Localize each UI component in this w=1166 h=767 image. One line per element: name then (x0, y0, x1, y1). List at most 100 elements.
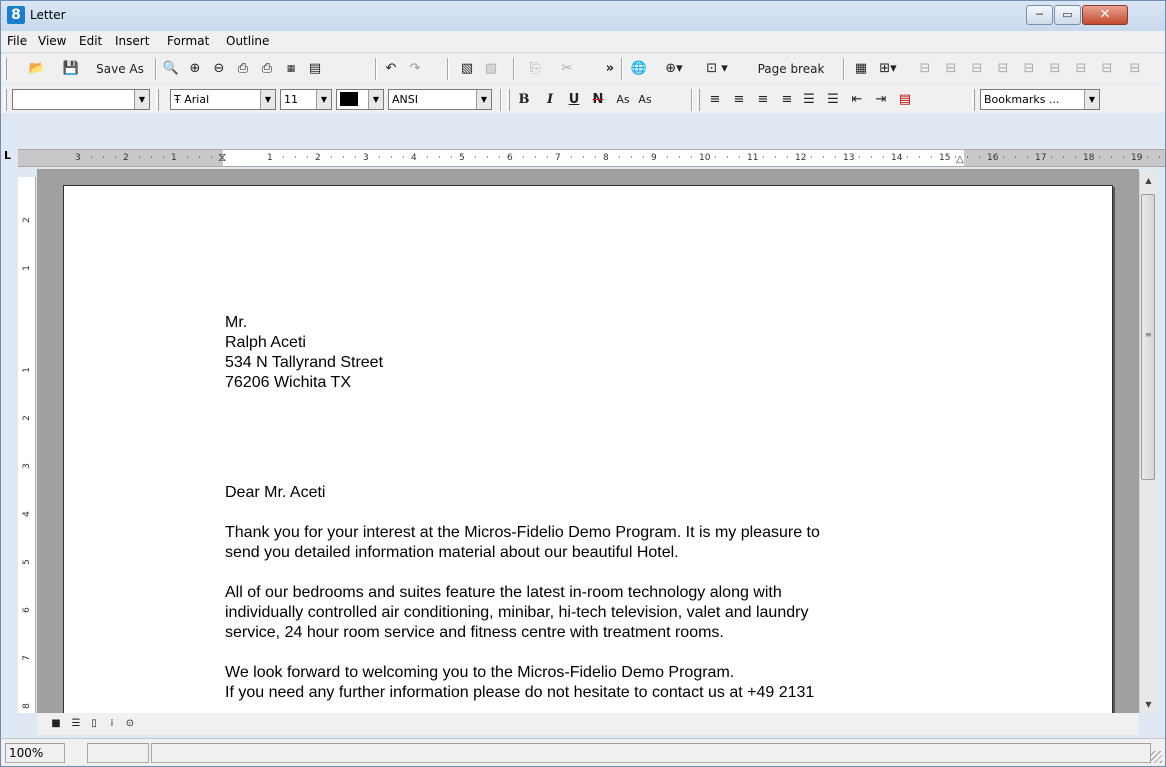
ruler-tick: · (810, 153, 813, 163)
structure-view-icon[interactable]: ⁞ (105, 717, 119, 731)
menu-view[interactable]: View (38, 34, 66, 48)
scroll-down-icon[interactable]: ▼ (1140, 696, 1157, 713)
edit-disabled-icon[interactable]: ▧ (481, 59, 501, 79)
address-line: 76206 Wichita TX (225, 374, 351, 391)
bullet-list-icon[interactable]: ☰ (799, 90, 819, 110)
scroll-up-icon[interactable]: ▲ (1140, 172, 1157, 189)
table-icon[interactable]: ▦ (851, 59, 871, 79)
save-as-button[interactable]: Save As (87, 59, 153, 79)
decrease-indent-icon[interactable]: ⇤ (847, 90, 867, 110)
ruler-tick: · (546, 153, 549, 163)
insert-row-icon[interactable]: ⊟ (941, 59, 961, 79)
document-page[interactable]: Mr. Ralph Aceti 534 N Tallyrand Street 7… (63, 185, 1113, 713)
bold-button[interactable]: B (515, 90, 533, 110)
app-icon[interactable]: 8 (7, 6, 25, 24)
split-cells-icon[interactable]: ⊟ (1045, 59, 1065, 79)
superscript-button[interactable]: As (635, 90, 655, 110)
bookmarks-select[interactable]: Bookmarks ... ▼ (980, 89, 1100, 110)
font-select[interactable]: Ŧ Arial ▼ (170, 89, 276, 110)
menu-file[interactable]: File (7, 34, 27, 48)
close-button[interactable]: ✕ (1082, 5, 1128, 25)
page-view-icon[interactable]: ▯ (87, 717, 101, 731)
open-icon[interactable]: 📂 (27, 59, 47, 79)
increase-indent-icon[interactable]: ⇥ (871, 90, 891, 110)
redo-icon[interactable]: ↷ (405, 59, 425, 79)
justify-icon[interactable]: ≡ (777, 90, 797, 110)
font-size-select[interactable]: 11 ▼ (280, 89, 332, 110)
edit-icon[interactable]: ▧ (457, 59, 477, 79)
options-icon[interactable]: ▦ (281, 59, 301, 79)
insert-column-icon[interactable]: ⊟ (915, 59, 935, 79)
cell-borders-icon[interactable]: ⊟ (1071, 59, 1091, 79)
style-select[interactable]: ▼ (12, 89, 150, 110)
separator (843, 58, 845, 80)
preview-view-icon[interactable]: ⊙ (123, 717, 137, 731)
table-grid-icon[interactable]: ⊞▾ (873, 59, 903, 79)
zoom-level[interactable]: 100% (5, 743, 65, 763)
page-break-button[interactable]: Page break (751, 59, 831, 79)
indent-marker-icon[interactable]: ⧖ (218, 150, 226, 164)
charset-select[interactable]: ANSI ▼ (388, 89, 492, 110)
paragraph-format-icon[interactable]: ▤ (895, 90, 915, 110)
tab-stop-selector[interactable]: L (4, 149, 16, 163)
right-indent-marker-icon[interactable]: △ (956, 153, 964, 166)
subscript-button[interactable]: As (613, 90, 633, 110)
insert-field-icon[interactable]: ⊕▾ (659, 59, 689, 79)
resize-grip-icon[interactable] (1150, 751, 1162, 763)
vertical-ruler[interactable]: 2 1 1 2 3 4 5 6 7 8 (18, 177, 36, 713)
cut-icon[interactable]: ✂ (557, 59, 577, 79)
minimize-button[interactable]: ─ (1026, 5, 1053, 25)
print-preview-icon[interactable]: 🔍 (161, 59, 181, 79)
copy-icon[interactable]: ⎘ (525, 59, 545, 79)
menu-insert[interactable]: Insert (115, 34, 149, 48)
zoom-in-icon[interactable]: ⊕ (185, 59, 205, 79)
strikethrough-button[interactable]: N (589, 90, 607, 110)
ruler-number: 11 (747, 153, 759, 163)
salutation: Dear Mr. Aceti (225, 484, 326, 501)
delete-row-icon[interactable]: ⊟ (993, 59, 1013, 79)
ruler-tick: · (738, 153, 741, 163)
save-icon[interactable]: 💾 (61, 59, 81, 79)
scrollbar-thumb[interactable]: ≡ (1141, 194, 1155, 480)
numbered-list-icon[interactable]: ☰ (823, 90, 843, 110)
menu-format[interactable]: Format (167, 34, 209, 48)
font-color-select[interactable]: ▼ (336, 89, 384, 110)
globe-icon[interactable]: 🌐 (629, 59, 649, 79)
ruler-tick: · (402, 153, 405, 163)
document-area[interactable]: Mr. Ralph Aceti 534 N Tallyrand Street 7… (37, 169, 1139, 713)
outline-view-icon[interactable]: ☰ (69, 717, 83, 731)
page-setup-icon[interactable]: ▤ (305, 59, 325, 79)
normal-view-icon[interactable]: ■ (49, 717, 63, 731)
print-icon[interactable]: ⎙ (233, 59, 253, 79)
title-bar[interactable]: 8 Letter ─ ▭ ✕ (1, 1, 1165, 31)
zoom-out-icon[interactable]: ⊖ (209, 59, 229, 79)
letter-body[interactable]: Mr. Ralph Aceti 534 N Tallyrand Street 7… (225, 313, 820, 703)
toolbar-grip[interactable] (507, 89, 510, 111)
toolbar-grip[interactable] (156, 89, 159, 111)
merge-cells-icon[interactable]: ⊟ (1019, 59, 1039, 79)
menu-outline[interactable]: Outline (226, 34, 269, 48)
toolbar-grip[interactable] (697, 89, 700, 111)
insert-object-icon[interactable]: ⊡ ▾ (699, 59, 735, 79)
ruler-tick: · (786, 153, 789, 163)
toolbar-overflow-icon[interactable]: » (603, 59, 617, 79)
underline-button[interactable]: U (565, 90, 583, 110)
italic-button[interactable]: I (541, 90, 559, 110)
horizontal-ruler[interactable]: 3 · · · 2 · · · 1 · · · 1 · · · 2 · · · 3 · · · 4 · · · 5 · · · 6 · · · 7 · · ·… (18, 149, 1165, 167)
toolbar-grip[interactable] (972, 89, 975, 111)
toolbar-grip[interactable] (4, 58, 7, 80)
table-properties-icon[interactable]: ⊟ (1097, 59, 1117, 79)
maximize-button[interactable]: ▭ (1054, 5, 1081, 25)
align-left-icon[interactable]: ≡ (705, 90, 725, 110)
ruler-number: 3 (75, 153, 81, 163)
align-center-icon[interactable]: ≡ (729, 90, 749, 110)
vertical-ruler-number: 6 (22, 607, 32, 613)
print-setup-icon[interactable]: ⎙ (257, 59, 277, 79)
vertical-scrollbar[interactable]: ▲ ≡ ▼ (1139, 172, 1156, 713)
table-delete-icon[interactable]: ⊟ (1125, 59, 1145, 79)
delete-column-icon[interactable]: ⊟ (967, 59, 987, 79)
undo-icon[interactable]: ↶ (381, 59, 401, 79)
menu-edit[interactable]: Edit (79, 34, 102, 48)
toolbar-grip[interactable] (4, 89, 7, 111)
align-right-icon[interactable]: ≡ (753, 90, 773, 110)
